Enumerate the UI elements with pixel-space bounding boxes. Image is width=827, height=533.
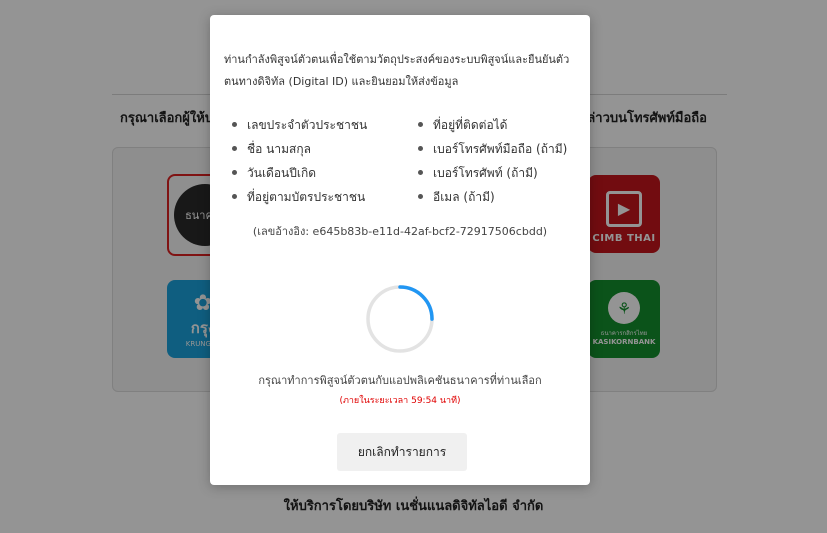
bullet-icon [418, 194, 423, 199]
consent-field-item: เลขประจำตัวประชาชน [232, 113, 367, 137]
verify-instruction: กรุณาทำการพิสูจน์ตัวตนกับแอปพลิเคชันธนาค… [258, 374, 542, 387]
consent-field-item: ที่อยู่ตามบัตรประชาชน [232, 185, 367, 209]
field-label: เบอร์โทรศัพท์มือถือ (ถ้ามี) [433, 142, 568, 156]
consent-text: ท่านกำลังพิสูจน์ตัวตนเพื่อใช้ตามวัตถุประ… [224, 53, 570, 88]
bullet-icon [418, 170, 423, 175]
bullet-icon [232, 170, 237, 175]
consent-fields-right: ที่อยู่ที่ติดต่อได้ เบอร์โทรศัพท์มือถือ … [418, 113, 567, 209]
cancel-transaction-button[interactable]: ยกเลิกทำรายการ [337, 433, 467, 471]
field-label: ชื่อ นามสกุล [247, 142, 311, 156]
bullet-icon [418, 122, 423, 127]
consent-field-item: ที่อยู่ที่ติดต่อได้ [418, 113, 567, 137]
field-label: อีเมล (ถ้ามี) [433, 190, 495, 204]
consent-field-item: อีเมล (ถ้ามี) [418, 185, 567, 209]
consent-field-item: เบอร์โทรศัพท์มือถือ (ถ้ามี) [418, 137, 567, 161]
consent-field-item: ชื่อ นามสกุล [232, 137, 367, 161]
countdown-timer: (ภายในระยะเวลา 59:54 นาที) [339, 396, 461, 406]
bullet-icon [418, 146, 423, 151]
bullet-icon [232, 146, 237, 151]
consent-fields-left: เลขประจำตัวประชาชน ชื่อ นามสกุล วันเดือน… [232, 113, 367, 209]
field-label: เบอร์โทรศัพท์ (ถ้ามี) [433, 166, 538, 180]
loading-spinner-icon [366, 285, 434, 353]
field-label: เลขประจำตัวประชาชน [247, 118, 368, 132]
field-label: ที่อยู่ที่ติดต่อได้ [433, 118, 508, 132]
verification-modal: ท่านกำลังพิสูจน์ตัวตนเพื่อใช้ตามวัตถุประ… [210, 15, 590, 485]
field-label: ที่อยู่ตามบัตรประชาชน [247, 190, 366, 204]
bullet-icon [232, 122, 237, 127]
consent-field-item: เบอร์โทรศัพท์ (ถ้ามี) [418, 161, 567, 185]
consent-field-item: วันเดือนปีเกิด [232, 161, 367, 185]
field-label: วันเดือนปีเกิด [247, 166, 317, 180]
bullet-icon [232, 194, 237, 199]
reference-number: (เลขอ้างอิง: e645b83b-e11d-42af-bcf2-729… [252, 225, 548, 238]
